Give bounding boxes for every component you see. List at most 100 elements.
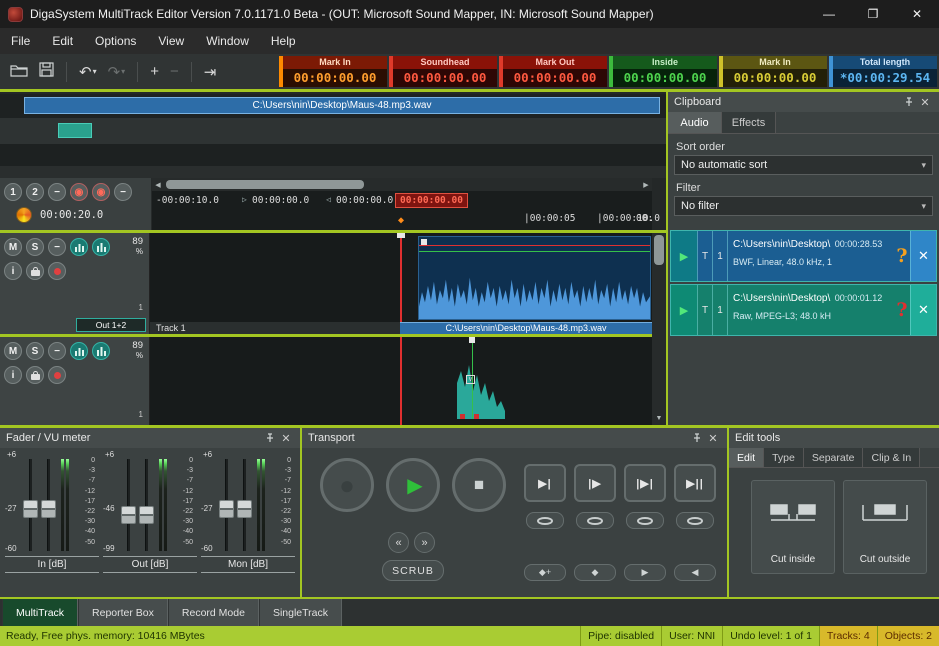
fader-knob[interactable] <box>23 500 38 518</box>
playhead-diamond-icon[interactable]: ◆ <box>398 215 404 226</box>
menu-window[interactable]: Window <box>195 30 260 52</box>
tab-multitrack[interactable]: MultiTrack <box>2 599 78 626</box>
fader-knob[interactable] <box>121 506 136 524</box>
loop-button[interactable] <box>576 512 614 529</box>
scroll-down-icon[interactable]: ▼ <box>652 413 666 425</box>
scroll-right-icon[interactable]: ▶ <box>640 178 652 191</box>
punch-out-button[interactable]: ◉ <box>92 183 110 201</box>
play-icon[interactable]: ▶ <box>671 285 697 335</box>
play-pause-button[interactable]: ▶|| <box>674 464 716 502</box>
minimize-button[interactable]: — <box>807 0 851 28</box>
loop-button[interactable] <box>626 512 664 529</box>
vertical-scroll-thumb[interactable] <box>654 235 664 265</box>
fader-knob[interactable] <box>139 506 154 524</box>
marker-box[interactable]: v <box>466 375 475 384</box>
fade-marker[interactable] <box>460 414 465 419</box>
overview-track-strip[interactable] <box>0 118 666 144</box>
sort-order-select[interactable]: No automatic sort ▾ <box>674 155 933 175</box>
tab-separate[interactable]: Separate <box>804 448 864 467</box>
play-to-mark-button[interactable]: ▶| <box>524 464 566 502</box>
menu-help[interactable]: Help <box>260 30 307 52</box>
remove-item-button[interactable]: ✕ <box>910 231 936 281</box>
overview-object-bar[interactable]: C:\Users\nin\Desktop\Maus-48.mp3.wav <box>24 97 660 114</box>
zoom-out-button[interactable]: − <box>48 183 66 201</box>
tab-reporter-box[interactable]: Reporter Box <box>78 599 168 626</box>
clip-handle[interactable] <box>421 239 427 245</box>
lock-button[interactable] <box>26 366 44 384</box>
info-button[interactable]: i <box>4 366 22 384</box>
scroll-left-icon[interactable]: ◀ <box>152 178 164 191</box>
pin-icon[interactable] <box>689 430 705 446</box>
close-button[interactable]: ✕ <box>895 0 939 28</box>
redo-button[interactable]: ↷ ▾ <box>106 61 128 83</box>
overview-clip[interactable] <box>58 123 92 138</box>
close-icon[interactable]: ✕ <box>705 430 721 446</box>
track-name[interactable]: Track 1 <box>150 322 400 334</box>
next-marker-button[interactable]: ▶ <box>624 564 666 581</box>
loop-button[interactable] <box>676 512 714 529</box>
tab-audio[interactable]: Audio <box>668 112 722 133</box>
open-button[interactable] <box>8 61 30 83</box>
add-marker-button[interactable]: ◆+ <box>524 564 566 581</box>
play-from-mark-button[interactable]: |▶ <box>574 464 616 502</box>
loop-button[interactable] <box>526 512 564 529</box>
pin-icon[interactable] <box>262 430 278 446</box>
playhead-handle[interactable] <box>397 233 405 238</box>
punch-in-button[interactable]: ◉ <box>70 183 88 201</box>
filter-select[interactable]: No filter ▾ <box>674 196 933 216</box>
fade-marker[interactable] <box>474 414 479 419</box>
zoom-preset-2-button[interactable]: 2 <box>26 183 44 201</box>
zoom-preset-1-button[interactable]: 1 <box>4 183 22 201</box>
save-button[interactable] <box>37 60 56 83</box>
tab-edit[interactable]: Edit <box>729 448 764 467</box>
cut-inside-button[interactable]: Cut inside <box>751 480 835 574</box>
menu-options[interactable]: Options <box>84 30 147 52</box>
fader-knob[interactable] <box>41 500 56 518</box>
close-icon[interactable]: ✕ <box>278 430 294 446</box>
vertical-scrollbar[interactable]: ▼ <box>652 233 666 425</box>
menu-edit[interactable]: Edit <box>41 30 84 52</box>
fader-knob[interactable] <box>237 500 252 518</box>
mute-button[interactable]: M <box>4 238 22 256</box>
play-selection-button[interactable]: |▶| <box>624 464 666 502</box>
lock-button[interactable] <box>26 262 44 280</box>
meter-button[interactable] <box>70 238 88 256</box>
meter-button[interactable] <box>70 342 88 360</box>
playhead-line[interactable] <box>400 233 402 334</box>
solo-button[interactable]: S <box>26 238 44 256</box>
scrub-button[interactable]: SCRUB <box>382 560 444 581</box>
stop-button[interactable]: ■ <box>452 458 506 512</box>
pin-icon[interactable] <box>901 94 917 110</box>
mute-button[interactable]: M <box>4 342 22 360</box>
color-wheel-icon[interactable] <box>16 207 32 223</box>
horizontal-scroll-thumb[interactable] <box>166 180 364 189</box>
track-2-lane[interactable]: v <box>150 337 652 425</box>
marker-button[interactable]: ◆ <box>574 564 616 581</box>
collapse-button[interactable]: − <box>48 238 66 256</box>
remove-button[interactable]: − <box>168 61 181 82</box>
output-button[interactable] <box>92 238 110 256</box>
track-1-lane[interactable]: Track 1 C:\Users\nin\Desktop\Maus-48.mp3… <box>150 233 652 334</box>
overview-track-strip-2[interactable] <box>0 144 666 166</box>
info-button[interactable]: i <box>4 262 22 280</box>
tab-effects[interactable]: Effects <box>722 112 776 133</box>
skip-back-button[interactable]: « <box>388 532 409 553</box>
remove-item-button[interactable]: ✕ <box>910 285 936 335</box>
output-routing-button[interactable]: Out 1+2 <box>76 318 146 332</box>
audio-clip[interactable] <box>418 236 651 320</box>
tab-clip-in[interactable]: Clip & In <box>863 448 920 467</box>
clip-file-label[interactable]: C:\Users\nin\Desktop\Maus-48.mp3.wav <box>400 322 652 334</box>
time-ruler[interactable]: -00:00:10.0 ▷ 00:00:00.0 ◁ 00:00:00.0 00… <box>152 191 652 230</box>
play-icon[interactable]: ▶ <box>671 231 697 281</box>
fader-knob[interactable] <box>219 500 234 518</box>
skip-forward-button[interactable]: » <box>414 532 435 553</box>
solo-button[interactable]: S <box>26 342 44 360</box>
playhead-line[interactable] <box>400 337 402 425</box>
output-button[interactable] <box>92 342 110 360</box>
clip-handle[interactable] <box>469 337 475 343</box>
snap-button[interactable]: ⇥ <box>202 61 219 83</box>
horizontal-scrollbar[interactable]: ◀ ▶ <box>152 178 652 191</box>
close-icon[interactable]: ✕ <box>917 94 933 110</box>
collapse-button[interactable]: − <box>48 342 66 360</box>
clipboard-item[interactable]: ▶ T 1 C:\Users\nin\Desktop\ 00:00:01.12 … <box>670 284 937 336</box>
